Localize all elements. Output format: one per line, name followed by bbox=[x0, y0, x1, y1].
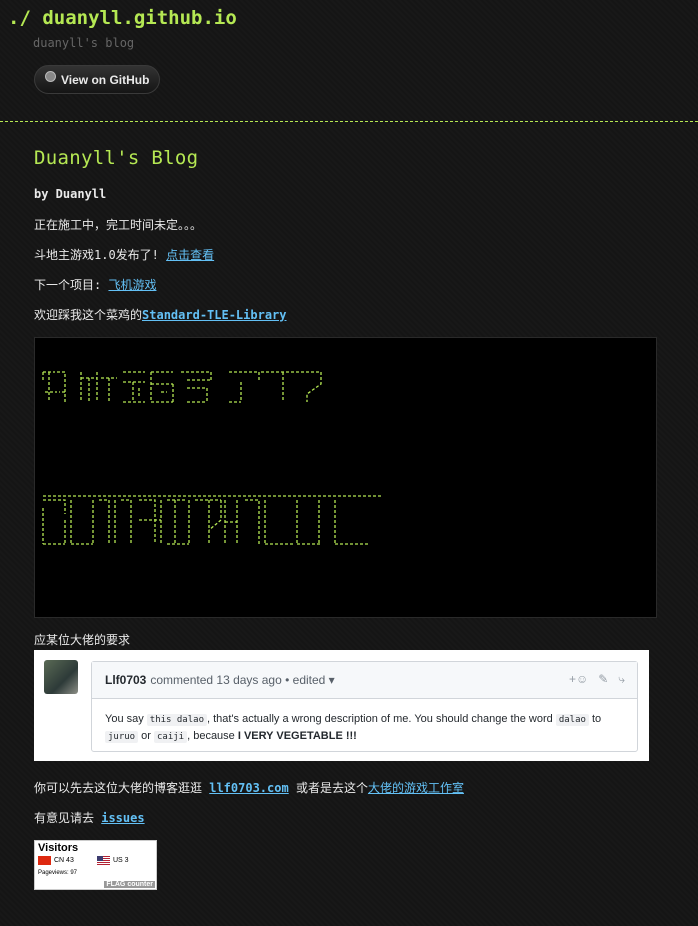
request-line: 应某位大佬的要求 bbox=[34, 633, 131, 647]
ascii-stroke bbox=[195, 499, 222, 544]
main-content: Duanyll's Blog by Duanyll 正在施工中，完工时间未定。。… bbox=[34, 121, 659, 890]
avatar bbox=[44, 660, 78, 694]
edit-icon[interactable]: ✎ bbox=[598, 672, 608, 687]
ascii-art-banner bbox=[34, 337, 657, 618]
inline-code: juruo bbox=[105, 731, 139, 743]
ascii-art-image bbox=[42, 371, 383, 545]
ascii-stroke bbox=[261, 371, 322, 402]
site-title-prefix: ./ bbox=[8, 7, 31, 29]
github-icon bbox=[45, 71, 56, 82]
ascii-stroke bbox=[42, 499, 66, 545]
inline-code: dalao bbox=[555, 714, 589, 726]
counter-title: Visitors bbox=[38, 842, 79, 854]
comment-text: , that's actually a wrong description of… bbox=[206, 713, 556, 725]
counter-us-value: US 3 bbox=[113, 857, 129, 864]
comment-body: You say this dalao, that's actually a wr… bbox=[92, 699, 637, 757]
ascii-stroke bbox=[42, 371, 66, 402]
reply-icon[interactable]: ⤷ bbox=[618, 672, 625, 687]
byline: by Duanyll bbox=[34, 187, 107, 201]
ascii-stroke bbox=[224, 500, 238, 544]
site-title[interactable]: ./ duanyll.github.io bbox=[8, 7, 237, 29]
issues-link[interactable]: issues bbox=[101, 811, 144, 825]
issues-text: 有意见请去 bbox=[34, 811, 102, 825]
github-comment-screenshot: Llf0703 commented 13 days ago • edited ▾… bbox=[34, 650, 649, 761]
counter-us: US 3 bbox=[97, 856, 129, 865]
post-title: Duanyll's Blog bbox=[34, 147, 199, 169]
view-on-github-button[interactable]: View on GitHub bbox=[34, 65, 160, 94]
comment-text: , because bbox=[187, 730, 238, 742]
comment-text: You say bbox=[105, 713, 147, 725]
ascii-stroke bbox=[229, 371, 260, 403]
ascii-stroke bbox=[167, 499, 190, 545]
view-on-github-label: View on GitHub bbox=[61, 72, 150, 87]
next-project-link[interactable]: 飞机游戏 bbox=[108, 278, 156, 292]
comment-author[interactable]: Llf0703 bbox=[105, 673, 146, 687]
visit-line: 你可以先去这位大佬的博客逛逛 llf0703.com 或者是去这个大佬的游戏工作… bbox=[34, 781, 464, 795]
ascii-stroke bbox=[150, 371, 174, 403]
blog-link[interactable]: llf0703.com bbox=[209, 781, 288, 795]
comment-header: Llf0703 commented 13 days ago • edited ▾… bbox=[92, 662, 637, 699]
studio-link[interactable]: 大佬的游戏工作室 bbox=[368, 781, 464, 795]
flag-counter-widget[interactable]: Visitors CN 43 US 3 Pageviews: 97 FLAG c… bbox=[34, 840, 157, 890]
cn-flag-icon bbox=[38, 856, 51, 865]
counter-pageviews: Pageviews: 97 bbox=[38, 870, 78, 876]
library-line: 欢迎踩我这个菜鸡的Standard-TLE-Library bbox=[34, 308, 287, 322]
release-link[interactable]: 点击查看 bbox=[166, 248, 214, 262]
library-link[interactable]: Standard-TLE-Library bbox=[142, 308, 287, 322]
ascii-stroke bbox=[80, 372, 117, 402]
add-reaction-icon[interactable]: +☺ bbox=[569, 672, 588, 687]
release-line: 斗地主游戏1.0发布了! 点击查看 bbox=[34, 248, 214, 262]
library-text: 欢迎踩我这个菜鸡的 bbox=[34, 308, 143, 322]
inline-code: this dalao bbox=[146, 714, 207, 726]
counter-cn: CN 43 bbox=[38, 856, 74, 865]
site-subtitle: duanyll's blog bbox=[33, 36, 135, 50]
us-flag-icon bbox=[97, 856, 110, 865]
ascii-stroke bbox=[296, 500, 369, 545]
ascii-stroke bbox=[99, 499, 132, 544]
issues-line: 有意见请去 issues bbox=[34, 811, 145, 825]
comment-text: or bbox=[138, 730, 154, 742]
ascii-stroke bbox=[70, 500, 94, 545]
ascii-stroke bbox=[123, 371, 145, 403]
visit-text: 或者是去这个 bbox=[288, 781, 368, 795]
flag-counter-logo: FLAG counter bbox=[104, 881, 155, 888]
ascii-stroke bbox=[139, 499, 162, 544]
comment-bold-text: I VERY VEGETABLE !!! bbox=[237, 730, 357, 742]
ascii-stroke bbox=[181, 371, 212, 403]
site-header: ./ duanyll.github.io duanyll's blog View… bbox=[0, 0, 698, 122]
comment-box: Llf0703 commented 13 days ago • edited ▾… bbox=[91, 661, 638, 752]
comment-meta: commented 13 days ago • edited ▾ bbox=[150, 673, 335, 687]
release-text: 斗地主游戏1.0发布了! bbox=[34, 248, 167, 262]
ascii-stroke bbox=[245, 499, 293, 545]
status-line: 正在施工中，完工时间未定。。。 bbox=[34, 218, 203, 232]
next-project-line: 下一个项目: 飞机游戏 bbox=[34, 278, 156, 292]
inline-code: caiji bbox=[154, 731, 188, 743]
comment-text: to bbox=[588, 713, 602, 725]
visit-text: 你可以先去这位大佬的博客逛逛 bbox=[34, 781, 210, 795]
counter-cn-value: CN 43 bbox=[54, 857, 74, 864]
next-project-text: 下一个项目: bbox=[34, 278, 109, 292]
comment-tools: +☺ ✎ ⤷ bbox=[569, 672, 625, 687]
site-title-text: duanyll.github.io bbox=[42, 7, 237, 29]
